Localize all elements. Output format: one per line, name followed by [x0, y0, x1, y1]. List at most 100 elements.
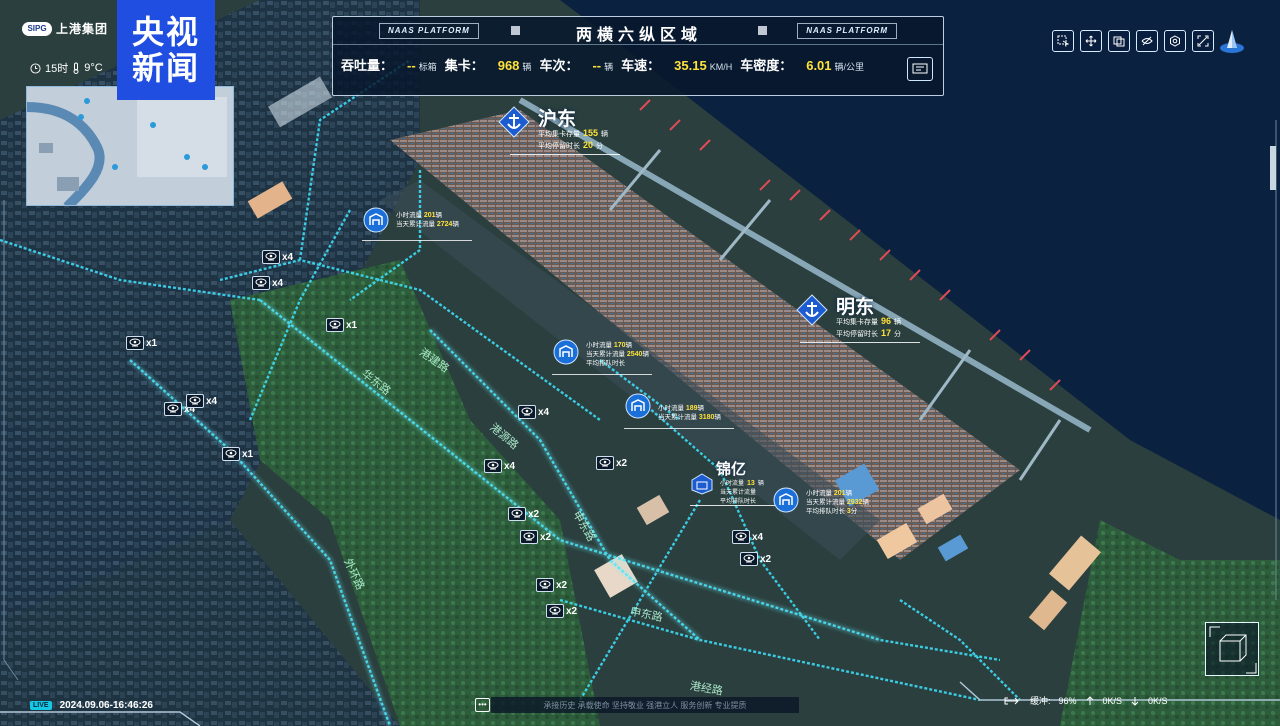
hide-button[interactable]: [1136, 30, 1158, 52]
stat-unit: 辆: [757, 481, 764, 487]
terminal-name: 明东: [836, 297, 875, 318]
row-unit: 分: [850, 508, 858, 515]
gate-station[interactable]: 小时流量 201辆 当天累计流量 2932辆 平均排队时长 3分: [772, 484, 892, 524]
stat-value: 17: [881, 328, 892, 338]
row-label: 当天累计流量: [586, 351, 625, 358]
camera-marker[interactable]: x2: [520, 530, 551, 544]
row-unit: 辆: [862, 499, 869, 506]
label-underline: [800, 342, 920, 343]
gate-station[interactable]: 小时流量 189辆 当天累计流量 3180辆: [624, 390, 744, 430]
camera-icon: [732, 530, 750, 544]
station-row: 小时流量 201辆: [806, 489, 869, 498]
minimap[interactable]: [26, 86, 234, 206]
row-value: 2932: [846, 499, 863, 506]
label-underline: [510, 154, 620, 155]
camera-icon: [126, 336, 144, 350]
terminal-mingdong[interactable]: 明东 平均集卡存量 96 辆 平均停留时长 17 分: [794, 292, 934, 348]
camera-marker[interactable]: x2: [508, 507, 539, 521]
stats-row: 吞吐量： -- 标箱 集卡： 968 辆 车次： -- 辆 车速： 35.15 …: [341, 55, 872, 81]
camera-marker[interactable]: x4: [484, 459, 515, 473]
throughput-unit: 标箱: [418, 62, 437, 72]
buffer-label: 缓冲:: [1030, 696, 1051, 706]
camera-marker[interactable]: x2: [596, 456, 627, 470]
map-toolbar: [1052, 30, 1214, 52]
row-value: 2724: [436, 221, 453, 228]
row-label: 小时流量: [658, 405, 684, 412]
camera-icon: [740, 552, 758, 566]
row-value: 201: [833, 490, 846, 497]
settings-icon: [1170, 35, 1180, 47]
thermometer-icon: [73, 62, 79, 74]
layers-button[interactable]: [1108, 30, 1130, 52]
row-label: 当天累计流量: [806, 499, 845, 506]
trucks-value: 968: [497, 58, 520, 73]
row-unit: 辆: [435, 212, 443, 219]
select-tool-button[interactable]: [1052, 30, 1074, 52]
terminal-stat-row: 平均排队时长: [720, 496, 756, 505]
camera-marker[interactable]: x1: [126, 336, 157, 350]
stat-unit: 分: [894, 331, 902, 338]
sipg-badge: SIPG: [22, 21, 52, 36]
gate-icon: [625, 393, 651, 419]
weather-time: 15时: [45, 63, 69, 75]
gate-station[interactable]: 小时流量 201辆 当天累计流量 2724辆: [362, 206, 482, 242]
throughput-value: --: [407, 58, 416, 73]
screen-toggle-button[interactable]: [907, 57, 933, 81]
stats-panel-title: 两横六纵区域: [575, 27, 702, 44]
row-label: 小时流量: [586, 342, 612, 349]
compass-icon[interactable]: [1218, 28, 1246, 54]
hide-icon: [1141, 36, 1153, 46]
camera-marker[interactable]: x1: [222, 447, 253, 461]
settings-button[interactable]: [1164, 30, 1186, 52]
stat-label: 平均排队时长: [720, 499, 757, 505]
camera-marker[interactable]: x2: [740, 552, 771, 566]
camera-marker[interactable]: x2: [536, 578, 567, 592]
camera-marker[interactable]: x2: [546, 604, 577, 618]
camera-marker[interactable]: x4: [518, 405, 549, 419]
station-stats: 小时流量 189辆 当天累计流量 3180辆: [658, 404, 721, 422]
station-row: 小时流量 189辆: [658, 404, 721, 413]
loop-icon: [1004, 697, 1019, 704]
live-status: LIVE 2024.09.06-16:46:26: [30, 700, 153, 711]
upload-rate: 0K/S: [1102, 695, 1123, 706]
terminal-hudong[interactable]: 沪东 平均集卡存量 155 辆 平均停留时长 20 分: [496, 104, 636, 160]
3d-view-button[interactable]: [1205, 622, 1259, 676]
camera-count: x2: [540, 531, 552, 543]
row-label: 当天累计流量: [658, 414, 697, 421]
camera-count: x2: [528, 508, 540, 520]
camera-icon: [546, 604, 564, 618]
stat-label: 平均停留时长: [538, 143, 580, 150]
fullscreen-button[interactable]: [1192, 30, 1214, 52]
stat-unit: 辆: [601, 131, 609, 138]
clock-icon: [30, 62, 41, 74]
move-tool-button[interactable]: [1080, 30, 1102, 52]
camera-marker[interactable]: x4: [262, 250, 293, 264]
ticker-menu-button[interactable]: •••: [475, 698, 490, 712]
stat-label: 平均停留时长: [836, 331, 878, 338]
slogan-ticker: 承接历史 承载使命 坚持敬业 强港立人 服务创新 专业提质: [491, 697, 799, 713]
terminal-stat-row: 平均集卡存量 96 辆: [836, 316, 901, 327]
gate-icon: [773, 487, 799, 513]
station-row: 平均排队时长 3分: [806, 507, 869, 516]
fullscreen-icon: [1197, 35, 1209, 47]
density-value: 6.01: [806, 58, 832, 73]
station-row: 当天累计流量 2724辆: [396, 220, 459, 229]
camera-count: x4: [504, 460, 516, 472]
station-stats: 小时流量 201辆 当天累计流量 2932辆 平均排队时长 3分: [806, 489, 869, 516]
stats-panel: NAAS PLATFORM 两横六纵区域 NAAS PLATFORM 吞吐量： …: [332, 16, 944, 96]
gate-station[interactable]: 小时流量 170辆 当天累计流量 2540辆 平均排队时长: [552, 336, 672, 376]
upload-icon: [1086, 695, 1093, 705]
anchor-icon: [796, 294, 828, 326]
camera-marker[interactable]: x1: [326, 318, 357, 332]
row-value: 2540: [626, 351, 643, 358]
camera-count: x1: [146, 337, 158, 349]
trips-unit: 辆: [604, 62, 614, 72]
station-stats: 小时流量 201辆 当天累计流量 2724辆: [396, 211, 459, 229]
terminal-stat-row: 平均停留时长 17 分: [836, 328, 901, 339]
camera-count: x2: [566, 605, 578, 617]
label-underline: [362, 240, 472, 241]
stat-label: 平均集卡存量: [836, 319, 878, 326]
camera-marker[interactable]: x4: [732, 530, 763, 544]
camera-marker[interactable]: x4: [252, 276, 283, 290]
camera-marker[interactable]: x4: [186, 394, 217, 408]
